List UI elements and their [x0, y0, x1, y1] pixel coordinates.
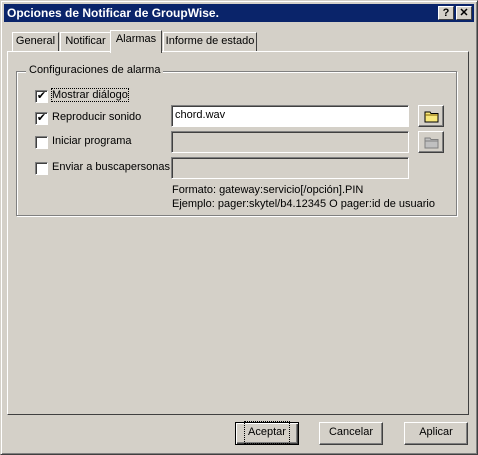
browse-sound-button[interactable] [418, 105, 444, 127]
tab-informe-label: Informe de estado [165, 35, 255, 47]
tab-general[interactable]: General [12, 32, 59, 51]
ok-button[interactable]: Aceptar [235, 421, 299, 445]
cancel-button-label: Cancelar [328, 426, 374, 438]
tab-notificar-label: Notificar [65, 35, 106, 47]
program-file-field [171, 131, 409, 153]
browse-program-button [418, 131, 444, 153]
tab-informe-de-estado[interactable]: Informe de estado [163, 32, 257, 51]
pager-example-text: Ejemplo: pager:skytel/b4.12345 O pager:i… [172, 198, 435, 210]
show-dialog-label[interactable]: Mostrar diálogo [51, 88, 129, 102]
alarm-settings-group-label: Configuraciones de alarma [26, 64, 164, 76]
window-title: Opciones de Notificar de GroupWise. [7, 6, 219, 20]
apply-button-label: Aplicar [419, 426, 453, 438]
help-icon: ? [442, 7, 450, 19]
folder-icon [424, 137, 439, 149]
apply-button[interactable]: Aplicar [404, 422, 468, 445]
tab-general-label: General [15, 35, 56, 47]
sound-file-field[interactable]: chord.wav [171, 105, 409, 127]
tab-alarmas-label: Alarmas [115, 33, 157, 45]
show-dialog-label-text: Mostrar diálogo [51, 88, 129, 102]
check-mark-icon: ✔ [36, 112, 47, 124]
start-program-checkbox[interactable] [35, 136, 48, 149]
title-bar[interactable]: Opciones de Notificar de GroupWise. ? ✕ [4, 4, 474, 22]
show-dialog-checkbox[interactable]: ✔ [35, 90, 48, 103]
pager-format-text: Formato: gateway:servicio[/opción].PIN [172, 184, 364, 196]
play-sound-checkbox[interactable]: ✔ [35, 112, 48, 125]
close-button[interactable]: ✕ [456, 6, 472, 20]
start-program-label[interactable]: Iniciar programa [52, 135, 131, 147]
check-mark-icon: ✔ [36, 90, 47, 102]
pager-label[interactable]: Enviar a buscapersonas [52, 161, 170, 173]
close-icon: ✕ [459, 7, 469, 19]
folder-icon [424, 111, 439, 123]
pager-address-field [171, 157, 409, 179]
cancel-button[interactable]: Cancelar [319, 422, 383, 445]
pager-checkbox[interactable] [35, 162, 48, 175]
tab-alarmas[interactable]: Alarmas [110, 30, 162, 53]
play-sound-label[interactable]: Reproducir sonido [52, 111, 141, 123]
ok-button-label: Aceptar [244, 421, 290, 444]
help-button[interactable]: ? [438, 6, 454, 20]
tab-notificar[interactable]: Notificar [60, 32, 111, 51]
